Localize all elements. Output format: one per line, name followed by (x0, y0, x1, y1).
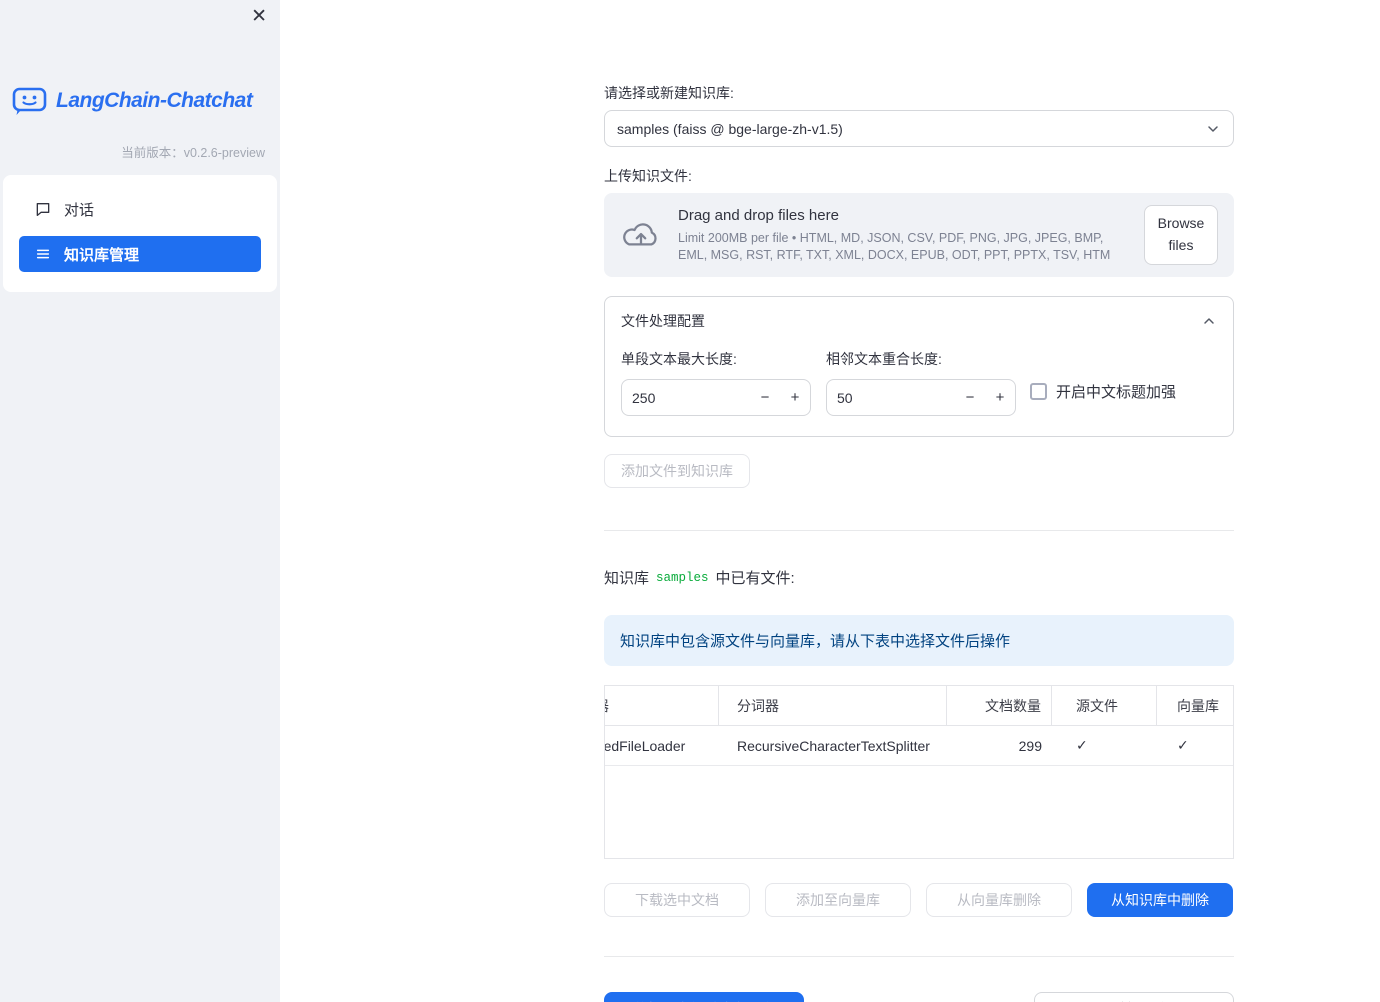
minus-icon[interactable]: − (750, 380, 780, 415)
add-to-vector-store-button[interactable]: 添加至向量库 (765, 883, 911, 917)
kb-name-code: samples (656, 571, 709, 585)
col-header-loader[interactable]: 文档加载器 (605, 686, 719, 725)
kb-selectbox-value: samples (faiss @ bge-large-zh-v1.5) (617, 120, 843, 137)
sidebar-item-label: 对话 (64, 201, 95, 219)
divider (604, 530, 1234, 531)
expander-header[interactable]: 文件处理配置 (605, 297, 1233, 343)
expander-body: 单段文本最大长度: − + 相邻文本重合长度: − + (605, 343, 1233, 436)
chinese-title-enhance-row[interactable]: 开启中文标题加强 (1030, 381, 1176, 402)
plus-icon[interactable]: + (780, 380, 810, 415)
kb-files-prefix: 知识库 (604, 570, 650, 587)
browse-files-button[interactable]: Browse files (1144, 205, 1218, 265)
list-icon (35, 246, 51, 262)
sidebar: ✕ LangChain-Chatchat 当前版本：v0.2.6-preview… (0, 0, 280, 1002)
col-header-doc-count[interactable]: 文档数量 (947, 686, 1052, 725)
add-files-to-kb-button[interactable]: 添加文件到知识库 (604, 454, 750, 488)
version-label: 当前版本：v0.2.6-preview (121, 146, 265, 160)
cell-vector-check: ✓ (1177, 737, 1189, 753)
cell-loader: UnstructuredFileLoader (605, 737, 686, 754)
uploader-texts: Drag and drop files here Limit 200MB per… (678, 207, 1128, 264)
upload-label: 上传知识文件: (604, 168, 692, 184)
overlap-length-input[interactable] (827, 389, 955, 406)
overlap-length-field: 相邻文本重合长度: − + (826, 345, 1016, 416)
chevron-up-icon (1201, 313, 1217, 329)
divider (604, 956, 1234, 957)
chinese-title-enhance-checkbox[interactable] (1030, 383, 1047, 400)
cell-doc-count: 299 (1018, 737, 1042, 754)
kb-files-table[interactable]: 文档加载器 分词器 文档数量 源文件 向量库 UnstructuredFileL… (604, 685, 1234, 859)
kb-files-suffix: 中已有文件: (715, 570, 795, 587)
minus-icon[interactable]: − (955, 380, 985, 415)
col-header-splitter[interactable]: 分词器 (719, 686, 947, 725)
max-length-field: 单段文本最大长度: − + (621, 345, 811, 416)
sidebar-item-dialogue[interactable]: 对话 (19, 191, 261, 227)
table-header-row: 文档加载器 分词器 文档数量 源文件 向量库 (605, 686, 1233, 726)
cloud-upload-icon (620, 219, 662, 251)
table-actions-row: 下载选中文档 添加至向量库 从向量库删除 从知识库中删除 (604, 883, 1234, 917)
max-length-input-group: − + (621, 379, 811, 416)
kb-select-label: 请选择或新建知识库: (604, 85, 734, 101)
rebuild-vector-store-button[interactable]: 依据源文件重建向量库 (604, 992, 804, 1002)
download-selected-button[interactable]: 下载选中文档 (604, 883, 750, 917)
uploader-limit-text: Limit 200MB per file • HTML, MD, JSON, C… (678, 230, 1111, 262)
logo-chat-icon (12, 86, 48, 116)
expander-title: 文件处理配置 (621, 313, 705, 329)
file-config-expander: 文件处理配置 单段文本最大长度: − + 相邻文本重合长度: (604, 296, 1234, 437)
content-column: 请选择或新建知识库: samples (faiss @ bge-large-zh… (604, 83, 1234, 1002)
main-area: 请选择或新建知识库: samples (faiss @ bge-large-zh… (280, 0, 1380, 1002)
sidebar-close-icon[interactable]: ✕ (251, 5, 267, 29)
sidebar-item-knowledge-base[interactable]: 知识库管理 (19, 236, 261, 272)
delete-kb-button[interactable]: 删除知识库 (1034, 992, 1234, 1002)
delete-from-kb-button[interactable]: 从知识库中删除 (1087, 883, 1233, 917)
info-alert: 知识库中包含源文件与向量库，请从下表中选择文件后操作 (604, 615, 1234, 666)
uploader-title: Drag and drop files here (678, 206, 839, 224)
sidebar-item-label: 知识库管理 (64, 246, 140, 264)
bottom-actions-row: 依据源文件重建向量库 删除知识库 (604, 992, 1234, 1002)
cell-source-check: ✓ (1076, 737, 1088, 753)
kb-selectbox[interactable]: samples (faiss @ bge-large-zh-v1.5) (604, 110, 1234, 147)
max-length-input[interactable] (622, 389, 750, 406)
app-logo: LangChain-Chatchat (12, 86, 280, 116)
table-row[interactable]: UnstructuredFileLoader RecursiveCharacte… (605, 726, 1233, 766)
app-title: LangChain-Chatchat (56, 89, 253, 112)
chat-bubble-icon (35, 201, 51, 217)
chinese-title-enhance-label: 开启中文标题加强 (1056, 384, 1177, 401)
chevron-down-icon (1205, 121, 1221, 137)
overlap-length-input-group: − + (826, 379, 1016, 416)
max-length-label: 单段文本最大长度: (621, 351, 737, 367)
file-uploader-dropzone[interactable]: Drag and drop files here Limit 200MB per… (604, 193, 1234, 277)
sidebar-nav: 对话 知识库管理 (3, 175, 277, 292)
col-header-source-file[interactable]: 源文件 (1052, 686, 1157, 725)
delete-from-vector-store-button[interactable]: 从向量库删除 (926, 883, 1072, 917)
kb-files-heading: 知识库 samples 中已有文件: (604, 567, 1234, 588)
cell-splitter: RecursiveCharacterTextSplitter (737, 737, 930, 754)
col-header-vector-store[interactable]: 向量库 (1157, 686, 1232, 725)
overlap-length-label: 相邻文本重合长度: (826, 351, 942, 367)
plus-icon[interactable]: + (985, 380, 1015, 415)
